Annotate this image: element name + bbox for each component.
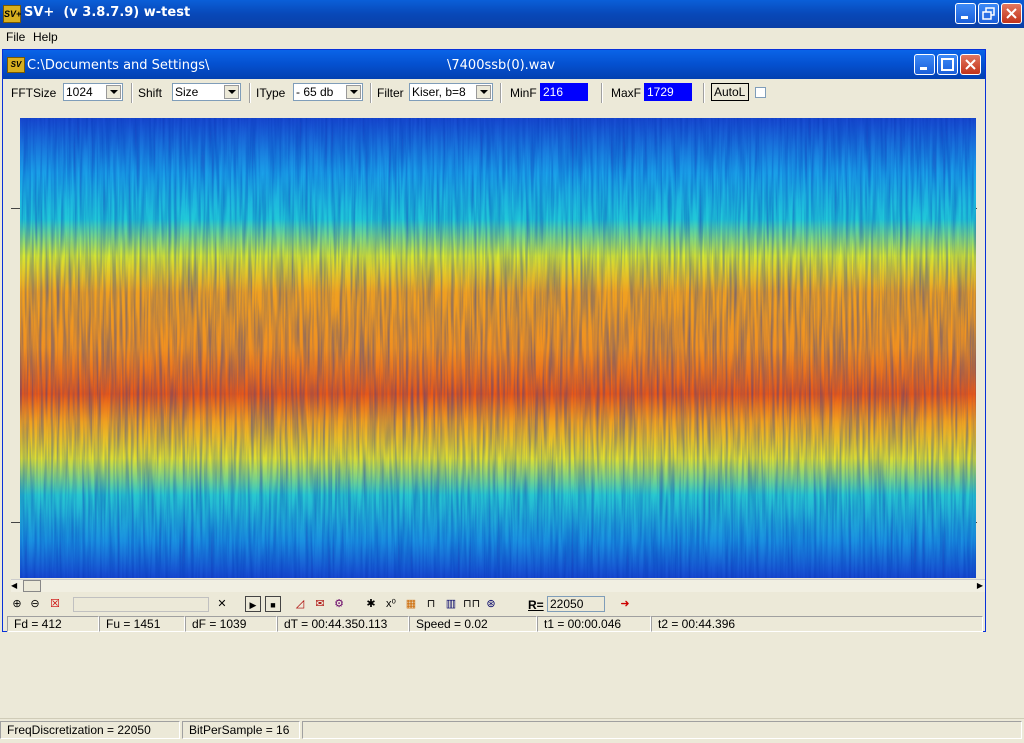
itype-label: IType (256, 86, 286, 100)
child-minimize-icon[interactable] (914, 54, 935, 75)
app-title: SV+ (v 3.8.7.9) w-test (24, 5, 191, 20)
status-t1: t1 = 00:00.046 (537, 616, 651, 632)
status-fu: Fu = 1451 (99, 616, 185, 632)
shift-value: Size (175, 85, 199, 99)
envelope-chart-icon[interactable]: ✉ (312, 596, 328, 612)
maxf-label: MaxF (611, 86, 641, 100)
child-close-icon[interactable] (960, 54, 981, 75)
child-maximize-icon[interactable] (937, 54, 958, 75)
autol-button[interactable]: AutoL (711, 83, 749, 101)
chevron-down-icon[interactable] (476, 85, 491, 99)
minimize-icon[interactable] (955, 3, 976, 24)
app-logo-icon: SV+ (3, 5, 21, 23)
filter-label: Filter (377, 86, 404, 100)
settings-gear-icon[interactable]: ⚙ (331, 596, 347, 612)
play-icon[interactable]: ▶ (245, 596, 261, 612)
settings-toolbar: FFTSize 1024 Shift Size IType - 65 db Fi… (7, 80, 983, 104)
icon-toolbar: ⊕ ⊖ ☒ ✕ ▶ ■ ◿ ✉ ⚙ ✱ x⁰ ▦ ⊓ ▥ ⊓⊓ ⊛ R= 220… (7, 595, 983, 615)
power-x-icon[interactable]: x⁰ (383, 596, 399, 612)
status-t2: t2 = 00:44.396 (651, 616, 983, 632)
menu-help[interactable]: Help (33, 30, 58, 44)
fftsize-select[interactable]: 1024 (63, 83, 123, 101)
status-empty (302, 721, 1022, 739)
status-dt: dT = 00:44.350.113 (277, 616, 409, 632)
bars-icon[interactable]: ▥ (443, 596, 459, 612)
status-speed: Speed = 0.02 (409, 616, 537, 632)
chevron-down-icon[interactable] (346, 85, 361, 99)
toolbar-divider (131, 83, 133, 103)
spectrogram-image[interactable] (20, 118, 976, 578)
horizontal-scrollbar[interactable]: ◀ ▶ (11, 579, 985, 592)
menubar: File Help (0, 28, 1024, 47)
status-fd: Fd = 412 (7, 616, 99, 632)
restore-icon[interactable] (978, 3, 999, 24)
pulse-icon[interactable]: ⊓⊓ (463, 596, 480, 612)
spectrogram-window: SV C:\Documents and Settings\ \7400ssb(0… (2, 49, 986, 632)
chevron-down-icon[interactable] (224, 85, 239, 99)
spectrogram-frame (11, 106, 977, 580)
position-slider[interactable] (73, 597, 209, 612)
app-titlebar: SV+ SV+ (v 3.8.7.9) w-test (0, 0, 1024, 28)
filter-value: Kiser, b=8 (412, 85, 466, 99)
itype-value: - 65 db (296, 85, 334, 99)
menu-file[interactable]: File (6, 30, 25, 44)
filter-select[interactable]: Kiser, b=8 (409, 83, 493, 101)
status-df: dF = 1039 (185, 616, 277, 632)
fftsize-value: 1024 (66, 85, 93, 99)
fftsize-label: FFTSize (11, 86, 57, 100)
measure-statusbar: Fd = 412 Fu = 1451 dF = 1039 dT = 00:44.… (7, 616, 983, 632)
child-title-file: \7400ssb(0).wav (447, 58, 556, 73)
waveform-icon[interactable]: ⊓ (423, 596, 439, 612)
minf-input[interactable]: 216 (540, 83, 588, 101)
color-palette-icon[interactable]: ▦ (403, 596, 419, 612)
minf-label: MinF (510, 86, 537, 100)
child-title-path: C:\Documents and Settings\ (27, 58, 210, 73)
scroll-thumb[interactable] (23, 580, 41, 592)
export-icon[interactable]: ➜ (617, 596, 633, 612)
toolbar-divider (500, 83, 502, 103)
toolbar-divider (601, 83, 603, 103)
stop-icon[interactable]: ■ (265, 596, 281, 612)
shift-label: Shift (138, 86, 163, 100)
child-titlebar: SV C:\Documents and Settings\ \7400ssb(0… (3, 50, 985, 79)
sv-logo-icon: SV (7, 57, 25, 73)
status-bit-per-sample: BitPerSample = 16 (182, 721, 300, 739)
cross-cursor-icon[interactable]: ✕ (214, 596, 230, 612)
scroll-left-icon[interactable]: ◀ (11, 581, 17, 590)
marker-icon[interactable]: ✱ (363, 596, 379, 612)
app-statusbar: FreqDiscretization = 22050 BitPerSample … (0, 718, 1024, 743)
scroll-right-icon[interactable]: ▶ (977, 581, 983, 590)
zoom-out-icon[interactable]: ⊖ (27, 596, 43, 612)
chevron-down-icon[interactable] (106, 85, 121, 99)
shift-select[interactable]: Size (172, 83, 241, 101)
zoom-in-icon[interactable]: ⊕ (9, 596, 25, 612)
toolbar-divider (703, 83, 705, 103)
toolbar-divider (370, 83, 372, 103)
autol-checkbox[interactable] (755, 87, 766, 98)
toolbar-divider (249, 83, 251, 103)
compass-icon[interactable]: ⊛ (483, 596, 499, 612)
status-freq-discretization: FreqDiscretization = 22050 (0, 721, 180, 739)
maxf-input[interactable]: 1729 (644, 83, 692, 101)
rate-label: R= (528, 598, 544, 612)
itype-select[interactable]: - 65 db (293, 83, 363, 101)
close-icon[interactable] (1001, 3, 1022, 24)
zoom-reset-icon[interactable]: ☒ (47, 596, 63, 612)
rate-input[interactable]: 22050 (547, 596, 605, 612)
spectrum-chart-icon[interactable]: ◿ (292, 596, 308, 612)
